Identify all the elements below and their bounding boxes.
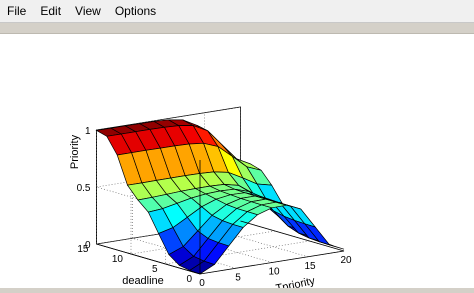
- y-tick-label: 10: [112, 254, 124, 265]
- y-tick-label: 5: [152, 264, 158, 275]
- z-axis-label: Priority: [69, 134, 81, 169]
- figure-canvas: 0 0.5 1 0 5 10 15 0 5 10 15 20 Priority deadline Tp…: [0, 34, 474, 293]
- x-axis-label: Tpriority: [275, 275, 317, 288]
- x-tick-label: 20: [340, 255, 352, 266]
- x-tick-label: 0: [199, 278, 205, 288]
- menu-file[interactable]: File: [0, 0, 33, 22]
- toolbar-strip: [0, 23, 474, 34]
- menu-options[interactable]: Options: [108, 0, 163, 22]
- y-tick-label: 0: [186, 274, 192, 285]
- x-tick-label: 15: [304, 261, 316, 272]
- z-tick-label: 1: [85, 126, 91, 137]
- menu-view[interactable]: View: [68, 0, 108, 22]
- y-axis-label: deadline: [122, 275, 164, 287]
- y-tick-label: 15: [77, 244, 89, 255]
- surface-mesh: [95, 119, 345, 275]
- x-tick-label: 5: [235, 272, 241, 283]
- surface-patch: [319, 241, 345, 250]
- surface-plot: 00.5105101505101520 Priority deadline Tp…: [69, 106, 352, 293]
- menu-edit[interactable]: Edit: [33, 0, 68, 22]
- z-tick-label: 0.5: [77, 183, 91, 194]
- x-tick-label: 10: [268, 267, 280, 278]
- menu-bar: File Edit View Options: [0, 0, 474, 23]
